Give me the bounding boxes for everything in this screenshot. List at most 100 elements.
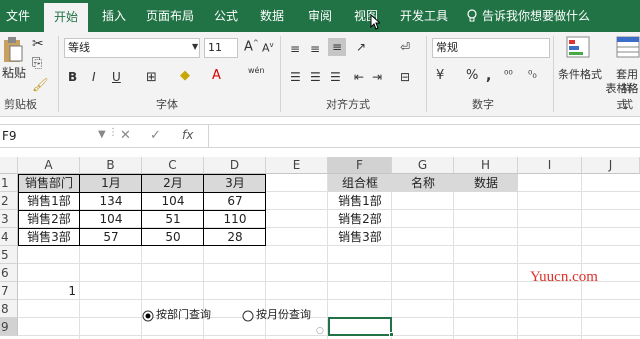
bold-button[interactable]: B <box>68 70 77 84</box>
currency-format-button[interactable]: ¥ <box>436 68 444 83</box>
percent-format-button[interactable]: % <box>466 68 478 83</box>
enter-formula-button[interactable]: ✓ <box>150 128 161 143</box>
cell-b3[interactable]: 104 <box>80 210 142 228</box>
cell-h1[interactable]: 数据 <box>454 174 518 192</box>
align-center-icon[interactable]: ☰ <box>310 70 321 84</box>
align-bottom-icon[interactable]: ≡ <box>328 38 346 56</box>
conditional-formatting-button[interactable]: 条件格式 <box>558 66 602 82</box>
increase-decimal-icon[interactable]: ⁰⁰ <box>504 68 513 81</box>
tab-developer[interactable]: 开发工具 <box>400 0 448 32</box>
comma-format-button[interactable]: , <box>486 68 491 84</box>
select-all-corner[interactable] <box>0 157 18 174</box>
control-handle-icon[interactable]: ○ <box>316 326 324 336</box>
number-format-select[interactable]: 常规 <box>432 38 550 58</box>
row-header-3[interactable]: 3 <box>0 210 18 228</box>
phonetic-button[interactable]: wén <box>248 66 265 75</box>
cell-a2[interactable]: 销售1部 <box>18 192 80 210</box>
radio-dept-label[interactable]: 按部门查询 <box>156 306 211 324</box>
cell-f2[interactable]: 销售1部 <box>328 192 392 210</box>
cell-a4[interactable]: 销售3部 <box>18 228 80 246</box>
cut-icon[interactable]: ✂ <box>32 36 44 52</box>
cell-b1[interactable]: 1月 <box>80 174 142 192</box>
tab-insert[interactable]: 插入 <box>102 0 126 32</box>
radio-selected-icon[interactable] <box>142 310 154 322</box>
cell-a1[interactable]: 销售部门 <box>18 174 80 192</box>
column-header-i[interactable]: I <box>518 157 582 174</box>
cell-d1[interactable]: 3月 <box>204 174 266 192</box>
cell-d4[interactable]: 28 <box>204 228 266 246</box>
column-header-g[interactable]: G <box>392 157 454 174</box>
cell-f3[interactable]: 销售2部 <box>328 210 392 228</box>
decrease-decimal-icon[interactable]: ⁰₀ <box>528 68 537 81</box>
decrease-indent-icon[interactable]: ⇤ <box>354 70 364 84</box>
row-header-9[interactable]: 9 <box>0 318 18 336</box>
format-as-table-icon[interactable] <box>616 36 640 58</box>
cell-a7[interactable]: 1 <box>18 282 76 300</box>
row-header-8[interactable]: 8 <box>0 300 18 318</box>
tab-home[interactable]: 开始 <box>44 3 89 35</box>
row-header-7[interactable]: 7 <box>0 282 18 300</box>
column-header-h[interactable]: H <box>454 157 518 174</box>
align-right-icon[interactable]: ☰ <box>330 70 341 84</box>
cell-d3[interactable]: 110 <box>204 210 266 228</box>
tab-data[interactable]: 数据 <box>260 0 284 32</box>
cell-f4[interactable]: 销售3部 <box>328 228 392 246</box>
active-cell-f9[interactable] <box>328 317 392 336</box>
cell-b2[interactable]: 134 <box>80 192 142 210</box>
paste-icon[interactable] <box>2 36 24 64</box>
column-header-a[interactable]: A <box>18 157 80 174</box>
column-header-c[interactable]: C <box>142 157 204 174</box>
row-header-2[interactable]: 2 <box>0 192 18 210</box>
italic-button[interactable]: I <box>92 70 96 84</box>
tab-review[interactable]: 审阅 <box>308 0 332 32</box>
conditional-formatting-icon[interactable] <box>566 36 590 58</box>
increase-font-size-button[interactable]: A^ <box>244 39 259 54</box>
cell-b4[interactable]: 57 <box>80 228 142 246</box>
align-top-icon[interactable]: ≡ <box>290 42 300 56</box>
align-left-icon[interactable]: ☰ <box>290 70 301 84</box>
tab-file[interactable]: 文件 <box>6 0 30 32</box>
font-color-icon[interactable]: A <box>212 68 221 83</box>
fill-color-icon[interactable]: ◆ <box>180 68 190 83</box>
font-size-select[interactable]: 11 <box>204 38 238 58</box>
column-header-d[interactable]: D <box>204 157 266 174</box>
column-header-b[interactable]: B <box>80 157 142 174</box>
merge-center-icon[interactable]: ⊟ <box>400 70 410 84</box>
worksheet-grid[interactable]: A B C D E F G H I J 1 2 3 4 5 6 7 8 9 销售… <box>0 157 640 339</box>
radio-month-label[interactable]: 按月份查询 <box>256 306 311 324</box>
insert-function-button[interactable]: fx <box>182 128 193 142</box>
row-header-5[interactable]: 5 <box>0 246 18 264</box>
tab-page-layout[interactable]: 页面布局 <box>146 0 194 32</box>
cell-c4[interactable]: 50 <box>142 228 204 246</box>
align-middle-icon[interactable]: ≡ <box>310 42 320 56</box>
fill-handle[interactable] <box>389 332 394 337</box>
row-header-1[interactable]: 1 <box>0 174 18 192</box>
cell-g1[interactable]: 名称 <box>392 174 454 192</box>
row-header-6[interactable]: 6 <box>0 264 18 282</box>
column-header-j[interactable]: J <box>582 157 640 174</box>
row-header-4[interactable]: 4 <box>0 228 18 246</box>
paste-button[interactable]: 粘贴 <box>2 64 26 81</box>
cell-c1[interactable]: 2月 <box>142 174 204 192</box>
cell-c3[interactable]: 51 <box>142 210 204 228</box>
cell-c2[interactable]: 104 <box>142 192 204 210</box>
copy-icon[interactable]: ⎘ <box>32 56 42 71</box>
wrap-text-icon[interactable]: ⏎ <box>400 40 410 54</box>
borders-icon[interactable]: ⊞ <box>146 70 157 85</box>
format-painter-icon[interactable]: 🖌 <box>32 78 49 93</box>
underline-button[interactable]: U <box>112 70 121 84</box>
cell-d2[interactable]: 67 <box>204 192 266 210</box>
increase-indent-icon[interactable]: ⇥ <box>372 70 382 84</box>
cancel-formula-button[interactable]: ✕ <box>120 128 131 143</box>
name-box[interactable]: F9 <box>2 129 17 143</box>
cell-a3[interactable]: 销售2部 <box>18 210 80 228</box>
column-header-e[interactable]: E <box>266 157 328 174</box>
radio-unselected-icon[interactable] <box>242 310 254 322</box>
tell-me-search[interactable]: 告诉我你想要做什么 <box>482 0 590 32</box>
tab-formulas[interactable]: 公式 <box>214 0 238 32</box>
name-box-dropdown-icon[interactable]: ▼ <box>98 129 106 140</box>
decrease-font-size-button[interactable]: Av <box>262 41 274 55</box>
font-name-select[interactable]: 等线 <box>64 38 200 58</box>
orientation-icon[interactable]: ↗ <box>356 40 366 54</box>
cell-f1[interactable]: 组合框 <box>328 174 392 192</box>
